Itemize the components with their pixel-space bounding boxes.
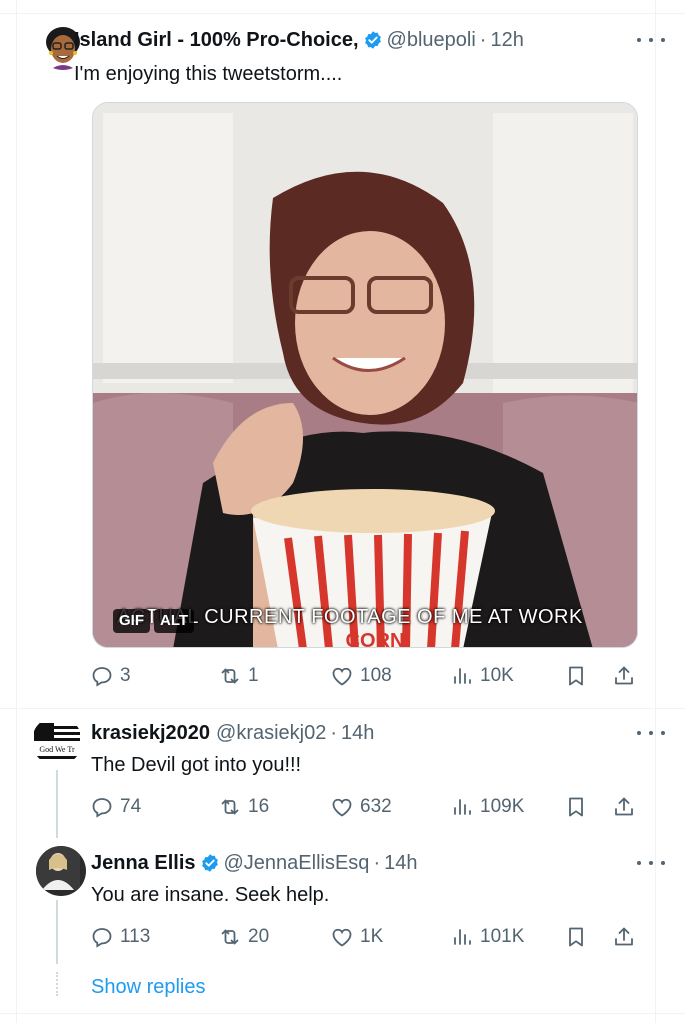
timestamp[interactable]: 14h <box>384 850 417 876</box>
like-button[interactable]: 108 <box>330 661 392 691</box>
popcorn-gif-image: CORN <box>93 103 637 648</box>
views-button[interactable]: 109K <box>450 792 524 822</box>
alt-badge[interactable]: ALT <box>154 609 195 633</box>
like-icon <box>330 925 354 949</box>
share-icon <box>612 795 636 819</box>
timestamp[interactable]: 12h <box>490 27 523 53</box>
separator: · <box>330 722 338 744</box>
views-icon <box>450 664 474 688</box>
reply-count: 3 <box>120 665 131 686</box>
share-icon <box>612 664 636 688</box>
repost-count: 1 <box>248 665 259 686</box>
thread-line <box>56 900 58 964</box>
bookmark-icon <box>564 925 588 949</box>
bookmark-button[interactable] <box>564 661 588 691</box>
display-name[interactable]: Jenna Ellis <box>91 850 196 876</box>
divider <box>0 1013 685 1014</box>
separator: · <box>479 29 487 51</box>
gif-media[interactable]: CORN ACTUAL CURRENT FOOTAGE OF ME AT WOR… <box>92 102 638 648</box>
reply-icon <box>90 795 114 819</box>
separator: · <box>373 852 381 874</box>
views-count: 10K <box>480 665 514 686</box>
repost-count: 16 <box>248 796 270 817</box>
bookmark-button[interactable] <box>564 922 588 952</box>
media-badges: GIF ALT <box>113 609 195 633</box>
repost-icon <box>218 795 242 819</box>
share-button[interactable] <box>612 661 636 691</box>
share-button[interactable] <box>612 792 636 822</box>
flag-avatar-icon: God We Tr <box>32 716 82 766</box>
views-icon <box>450 925 474 949</box>
more-icon[interactable] <box>637 853 665 873</box>
bookmark-icon <box>564 664 588 688</box>
repost-button[interactable]: 1 <box>218 661 259 691</box>
like-icon <box>330 664 354 688</box>
bookmark-button[interactable] <box>564 792 588 822</box>
reply-button[interactable]: 3 <box>90 661 131 691</box>
views-button[interactable]: 10K <box>450 661 514 691</box>
like-count: 632 <box>360 796 392 817</box>
reply-icon <box>90 664 114 688</box>
divider <box>0 13 685 14</box>
repost-count: 20 <box>248 926 270 947</box>
more-icon[interactable] <box>637 723 665 743</box>
show-replies-link[interactable]: Show replies <box>91 976 206 999</box>
repost-icon <box>218 664 242 688</box>
gif-badge: GIF <box>113 609 150 633</box>
like-icon <box>330 795 354 819</box>
verified-badge-icon <box>200 853 220 873</box>
profile-photo-icon <box>36 846 80 890</box>
like-count: 1K <box>360 926 384 947</box>
post-header: Jenna Ellis @JennaEllisEsq · 14h <box>91 850 417 876</box>
post-header: Island Girl - 100% Pro-Choice, @bluepoli… <box>74 27 524 53</box>
views-button[interactable]: 101K <box>450 922 524 952</box>
thread-line <box>56 770 58 838</box>
verified-badge-icon <box>363 30 383 50</box>
reply-count: 74 <box>120 796 142 817</box>
reply-button[interactable]: 74 <box>90 792 141 822</box>
handle[interactable]: @krasiekj02 <box>216 720 326 746</box>
views-count: 109K <box>480 796 525 817</box>
repost-button[interactable]: 16 <box>218 792 269 822</box>
popcorn-label: CORN <box>346 630 405 648</box>
reply-button[interactable]: 113 <box>90 922 150 952</box>
repost-button[interactable]: 20 <box>218 922 269 952</box>
action-bar: 113 20 1K 101K <box>90 922 640 952</box>
more-icon[interactable] <box>637 30 665 50</box>
timeline-left-border <box>16 0 17 1023</box>
avatar[interactable] <box>36 846 86 896</box>
svg-text:God We Tr: God We Tr <box>39 745 75 754</box>
action-bar: 3 1 108 10K <box>90 661 640 691</box>
reply-count: 113 <box>120 926 151 947</box>
views-count: 101K <box>480 926 525 947</box>
divider <box>0 708 685 709</box>
reply-icon <box>90 925 114 949</box>
display-name[interactable]: Island Girl - 100% Pro-Choice, <box>74 27 359 53</box>
post-header: krasiekj2020 @krasiekj02 · 14h <box>91 720 374 746</box>
bookmark-icon <box>564 795 588 819</box>
share-button[interactable] <box>612 922 636 952</box>
like-count: 108 <box>360 665 392 686</box>
post-text: The Devil got into you!!! <box>91 754 302 776</box>
handle[interactable]: @JennaEllisEsq <box>224 850 370 876</box>
post-text: I'm enjoying this tweetstorm.... <box>74 63 343 85</box>
repost-icon <box>218 925 242 949</box>
views-icon <box>450 795 474 819</box>
thread-continuation-dots <box>56 972 58 996</box>
action-bar: 74 16 632 109K <box>90 792 640 822</box>
post-text: You are insane. Seek help. <box>91 884 330 906</box>
handle[interactable]: @bluepoli <box>387 27 476 53</box>
share-icon <box>612 925 636 949</box>
like-button[interactable]: 1K <box>330 922 383 952</box>
timestamp[interactable]: 14h <box>341 720 374 746</box>
like-button[interactable]: 632 <box>330 792 392 822</box>
avatar[interactable]: God We Tr <box>32 716 82 766</box>
display-name[interactable]: krasiekj2020 <box>91 720 210 746</box>
